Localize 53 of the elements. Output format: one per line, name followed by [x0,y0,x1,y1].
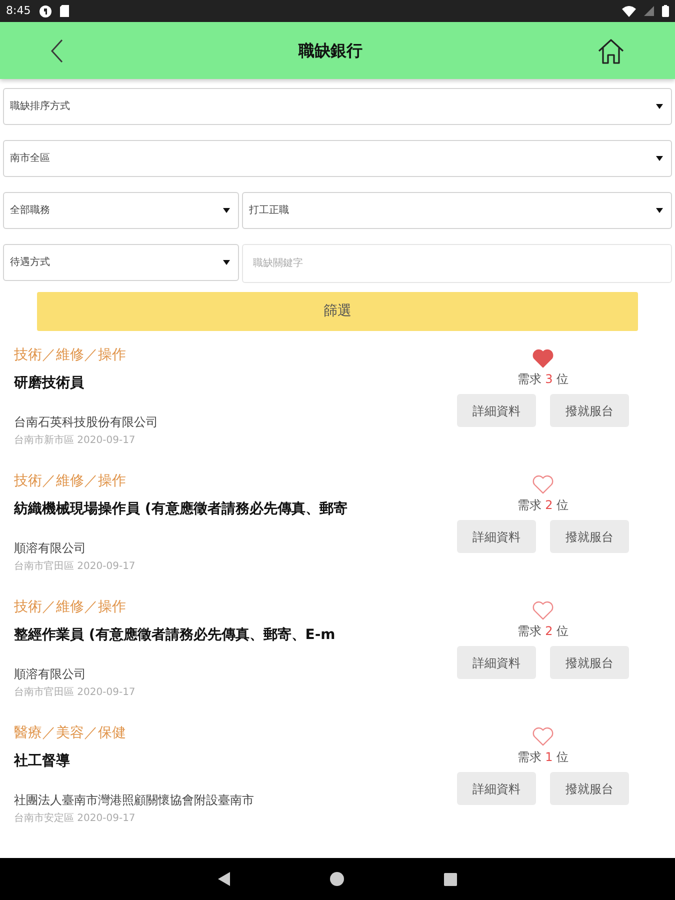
openings-count: 需求 1 位 [517,749,569,766]
details-button[interactable]: 詳細資料 [457,394,536,427]
job-title[interactable]: 整經作業員 (有意應徵者請務必先傳真、郵寄、E-m [14,626,455,644]
details-button[interactable]: 詳細資料 [457,772,536,805]
openings-count: 需求 3 位 [517,371,569,388]
keyword-field[interactable]: 職缺關鍵字 [242,244,672,283]
recents-nav-icon[interactable] [444,872,457,886]
home-nav-icon[interactable] [330,872,344,886]
dropdown-caret-icon [223,208,230,213]
job-category: 技術／維修／操作 [14,598,127,616]
company-name: 台南石英科技股份有限公司 [14,414,159,430]
job-title[interactable]: 社工督導 [14,752,455,770]
job-category: 技術／維修／操作 [14,472,127,490]
dropdown-caret-icon [656,156,663,161]
notification-icon [38,4,52,18]
home-icon[interactable] [597,38,625,64]
company-name: 順溶有限公司 [14,666,87,682]
call-service-button[interactable]: 撥就服台 [550,772,629,805]
location-date: 台南市官田區 2020-09-17 [14,686,136,700]
signal-icon [644,6,654,16]
location-date: 台南市官田區 2020-09-17 [14,560,136,574]
dropdown-caret-icon [656,208,663,213]
call-service-button[interactable]: 撥就服台 [550,520,629,553]
details-button[interactable]: 詳細資料 [457,520,536,553]
area-dropdown[interactable]: 南市全區 [3,140,672,177]
job-title[interactable]: 研磨技術員 [14,374,455,392]
company-name: 社團法人臺南市灣港照顧關懷協會附設臺南市 [14,792,255,808]
dropdown-caret-icon [656,104,663,109]
heart-icon[interactable] [532,349,554,368]
back-icon[interactable] [50,38,64,62]
battery-icon [662,5,669,17]
pay-dropdown[interactable]: 待遇方式 [3,244,239,281]
page-title: 職缺銀行 [298,40,362,62]
dropdown-caret-icon [223,260,230,265]
job-category: 醫療／美容／保健 [14,724,127,742]
wifi-icon [622,6,636,16]
sort-dropdown[interactable]: 職缺排序方式 [3,88,672,125]
call-service-button[interactable]: 撥就服台 [550,646,629,679]
company-name: 順溶有限公司 [14,540,87,556]
location-date: 台南市新市區 2020-09-17 [14,434,136,448]
back-nav-icon[interactable] [218,872,230,886]
details-button[interactable]: 詳細資料 [457,646,536,679]
job-title[interactable]: 紡織機械現場操作員 (有意應徵者請務必先傳真、郵寄 [14,500,455,518]
openings-count: 需求 2 位 [517,497,569,514]
job-type-dropdown[interactable]: 打工正職 [242,192,672,229]
status-time: 8:45 [6,2,31,19]
sd-card-icon [60,5,69,17]
location-date: 台南市安定區 2020-09-17 [14,812,136,826]
openings-count: 需求 2 位 [517,623,569,640]
job-category: 技術／維修／操作 [14,346,127,364]
category-dropdown[interactable]: 全部職務 [3,192,239,229]
call-service-button[interactable]: 撥就服台 [550,394,629,427]
filter-button[interactable]: 篩選 [37,292,638,331]
